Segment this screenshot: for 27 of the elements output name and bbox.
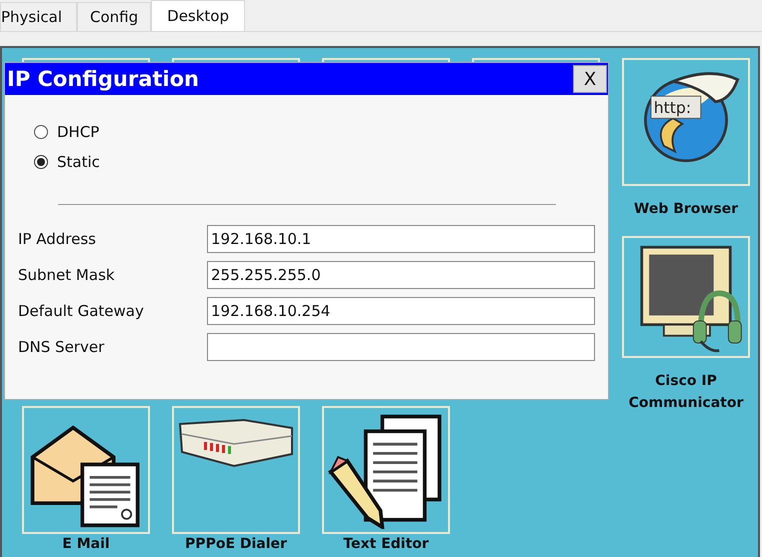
app-label: Web Browser — [632, 200, 740, 219]
field-label: Subnet Mask — [18, 266, 116, 284]
tab[interactable]: Desktop — [151, 0, 246, 31]
app-tile[interactable] — [172, 406, 300, 534]
radio-label: DHCP — [57, 123, 100, 141]
app-label: PPPoE Dialer — [184, 535, 288, 553]
field-label: Default Gateway — [18, 302, 145, 320]
input-field[interactable]: 192.168.10.1 — [207, 225, 595, 253]
radio-button[interactable] — [34, 125, 48, 139]
radio-label: Static — [57, 153, 100, 171]
app-label: Cisco IP Communicator — [628, 372, 744, 413]
field-label: DNS Server — [18, 338, 106, 356]
tab[interactable]: Config — [77, 2, 152, 31]
input-field[interactable]: 192.168.10.254 — [207, 297, 595, 325]
field-label: IP Address — [18, 230, 97, 248]
close-button[interactable]: X — [573, 65, 607, 93]
radio-button[interactable] — [34, 155, 48, 169]
input-field[interactable] — [207, 333, 595, 361]
tab[interactable]: Physical — [0, 2, 77, 31]
app-tile[interactable] — [622, 236, 750, 358]
app-tile[interactable] — [322, 406, 450, 534]
modem-icon — [178, 418, 294, 468]
dialog-title: IP Configuration — [6, 67, 199, 91]
input-field[interactable]: 255.255.255.0 — [207, 261, 595, 289]
app-label: E Mail — [61, 535, 111, 553]
app-tile[interactable] — [22, 406, 150, 534]
app-label: Text Editor — [342, 535, 430, 553]
